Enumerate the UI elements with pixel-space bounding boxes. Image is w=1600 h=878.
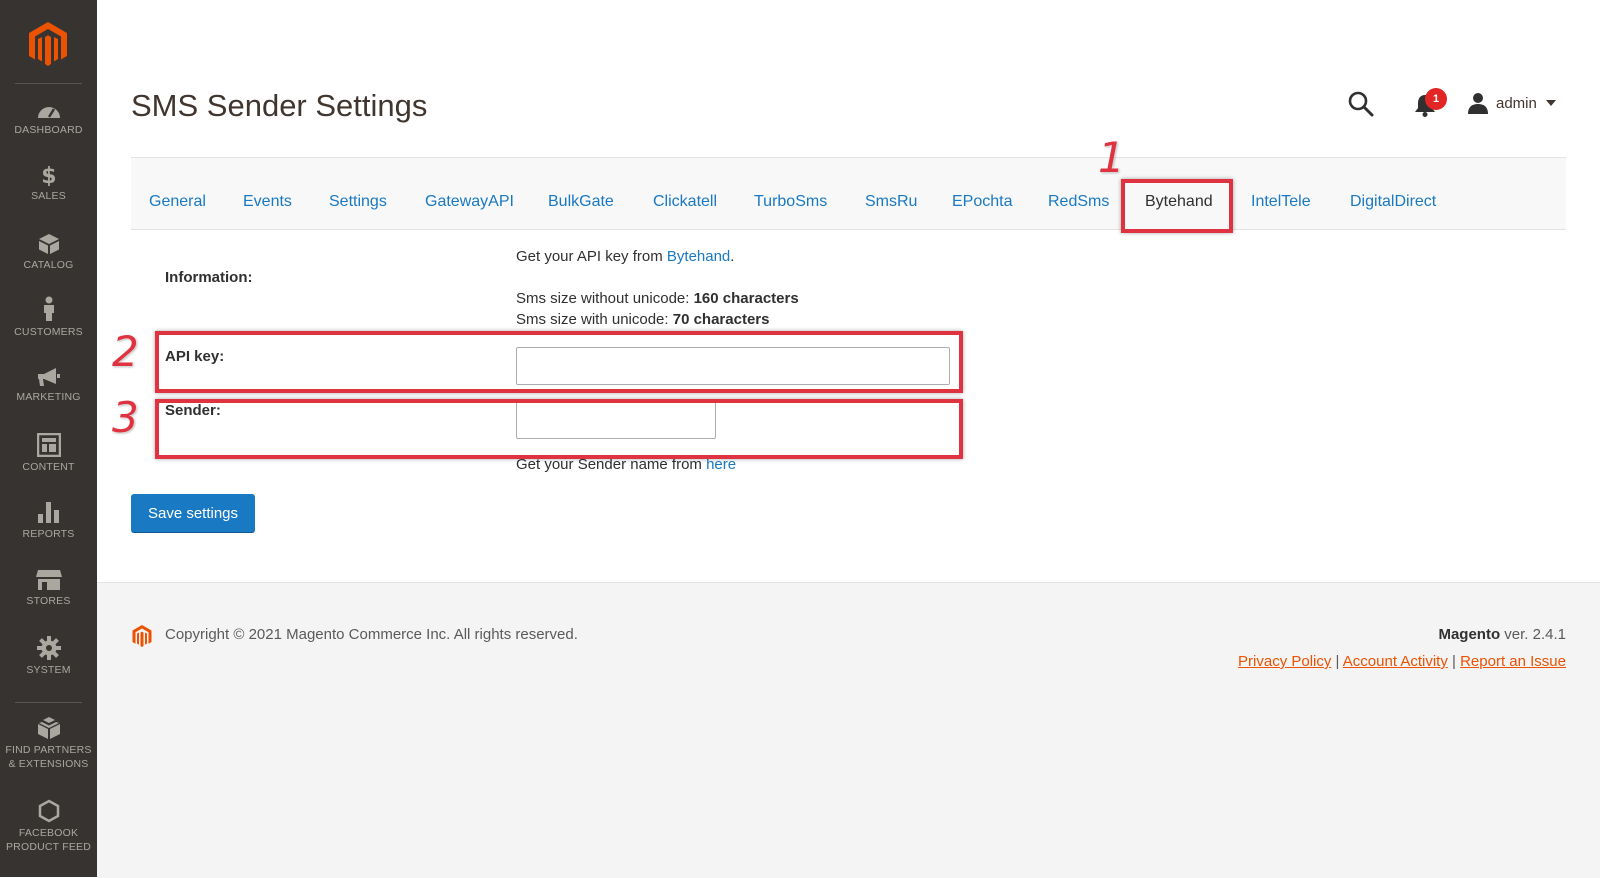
sidebar-item-label: CATALOG — [23, 259, 74, 271]
layout-icon — [36, 433, 61, 457]
megaphone-icon — [37, 368, 60, 386]
tab-events[interactable]: Events — [243, 193, 292, 211]
sidebar-item-dashboard[interactable]: DASHBOARD — [0, 100, 97, 137]
sidebar-item-label-line2: PRODUCT FEED — [5, 841, 92, 853]
gear-icon — [36, 636, 61, 660]
account-activity-link[interactable]: Account Activity — [1343, 653, 1448, 670]
sms-size-no-unicode: Sms size without unicode: 160 characters — [516, 290, 799, 307]
sidebar-item-content[interactable]: CONTENT — [0, 433, 97, 474]
sms-size-unicode-label: Sms size with unicode: — [516, 311, 673, 328]
provider-tabs: General Events Settings GatewayAPI BulkG… — [131, 157, 1566, 230]
magento-logo[interactable] — [26, 20, 70, 68]
sms-size-unicode-value: 70 characters — [672, 311, 770, 328]
sidebar-divider — [15, 83, 82, 84]
person-icon — [43, 296, 54, 321]
link-separator: | — [1452, 653, 1456, 670]
save-settings-button[interactable]: Save settings — [131, 494, 255, 532]
footer-links: Privacy Policy | Account Activity | Repo… — [1238, 653, 1566, 670]
page-footer: Copyright © 2021 Magento Commerce Inc. A… — [97, 582, 1600, 878]
box-icon — [38, 234, 59, 254]
brand-name: Magento — [1438, 626, 1501, 643]
tab-settings[interactable]: Settings — [329, 193, 387, 211]
callout-number-2: 2 — [112, 327, 139, 376]
tab-turbosms[interactable]: TurboSms — [754, 193, 827, 211]
sms-size-no-unicode-label: Sms size without unicode: — [516, 290, 694, 307]
sidebar-item-facebook-feed[interactable]: FACEBOOK PRODUCT FEED — [0, 799, 97, 854]
sidebar-item-label: FACEBOOK — [18, 827, 79, 839]
sidebar-item-find-partners[interactable]: FIND PARTNERS & EXTENSIONS — [0, 716, 97, 771]
version-number: ver. 2.4.1 — [1500, 626, 1566, 643]
dashboard-icon — [37, 107, 60, 118]
report-issue-link[interactable]: Report an Issue — [1460, 653, 1566, 670]
sidebar-item-label-line2: & EXTENSIONS — [8, 758, 89, 770]
callout-box-tab — [1121, 179, 1233, 233]
tab-clickatell[interactable]: Clickatell — [653, 193, 717, 211]
magento-footer-logo — [132, 625, 152, 647]
sidebar-item-label: REPORTS — [22, 528, 75, 540]
sidebar-item-stores[interactable]: STORES — [0, 569, 97, 608]
privacy-policy-link[interactable]: Privacy Policy — [1238, 653, 1331, 670]
sidebar-item-label: FIND PARTNERS — [5, 744, 92, 756]
admin-user-menu[interactable]: admin — [1496, 95, 1537, 112]
sidebar-item-reports[interactable]: REPORTS — [0, 500, 97, 541]
search-icon[interactable] — [1347, 90, 1375, 118]
api-key-info-text: Get your API key from — [516, 248, 667, 265]
sms-size-unicode: Sms size with unicode: 70 characters — [516, 311, 769, 328]
page-title: SMS Sender Settings — [131, 88, 428, 123]
sidebar-item-label: DASHBOARD — [14, 124, 83, 136]
chevron-down-icon[interactable] — [1546, 100, 1556, 106]
dollar-icon: $ — [41, 164, 57, 186]
sidebar-item-label: SALES — [31, 190, 66, 202]
cubes-icon — [37, 717, 60, 739]
bar-chart-icon — [37, 502, 59, 523]
tab-general[interactable]: General — [149, 193, 206, 211]
copyright-text: Copyright © 2021 Magento Commerce Inc. A… — [165, 626, 578, 643]
sidebar-item-label: CONTENT — [22, 461, 75, 473]
tab-gatewayapi[interactable]: GatewayAPI — [425, 193, 514, 211]
information-label: Information: — [165, 269, 253, 286]
version-text: Magento ver. 2.4.1 — [1438, 626, 1566, 643]
tab-bulkgate[interactable]: BulkGate — [548, 193, 614, 211]
sidebar-item-label: SYSTEM — [26, 664, 71, 676]
callout-box-sender — [155, 399, 963, 459]
sidebar-item-label: CUSTOMERS — [14, 326, 83, 338]
storefront-icon — [35, 570, 62, 590]
hexagon-icon — [38, 799, 59, 823]
sidebar-item-system[interactable]: SYSTEM — [0, 636, 97, 677]
notification-count-badge[interactable]: 1 — [1425, 88, 1447, 110]
callout-number-1: 1 — [1098, 133, 1125, 182]
callout-box-api-key — [155, 331, 963, 393]
sidebar-item-label: STORES — [26, 595, 71, 607]
sidebar-item-marketing[interactable]: MARKETING — [0, 367, 97, 404]
callout-number-3: 3 — [112, 393, 139, 442]
sidebar-item-customers[interactable]: CUSTOMERS — [0, 296, 97, 339]
svg-text:$: $ — [41, 164, 57, 186]
tab-epochta[interactable]: EPochta — [952, 193, 1012, 211]
api-key-info-line: Get your API key from Bytehand. — [516, 248, 734, 265]
sms-size-no-unicode-value: 160 characters — [693, 290, 799, 307]
tab-digitaldirect[interactable]: DigitalDirect — [1350, 193, 1436, 211]
sidebar-item-sales[interactable]: $ SALES — [0, 164, 97, 203]
link-separator: | — [1335, 653, 1340, 670]
sidebar-divider — [15, 702, 82, 703]
admin-sidebar: DASHBOARD $ SALES CATALOG CUSTOMERS MARK… — [0, 0, 97, 877]
api-key-info-suffix: . — [730, 248, 735, 265]
sidebar-item-label: MARKETING — [16, 391, 81, 403]
user-icon[interactable] — [1467, 92, 1489, 114]
bytehand-link[interactable]: Bytehand — [667, 248, 730, 265]
tab-redsms[interactable]: RedSms — [1048, 193, 1109, 211]
tab-inteltele[interactable]: IntelTele — [1251, 193, 1311, 211]
sidebar-item-catalog[interactable]: CATALOG — [0, 233, 97, 272]
tab-smsru[interactable]: SmsRu — [865, 193, 917, 211]
